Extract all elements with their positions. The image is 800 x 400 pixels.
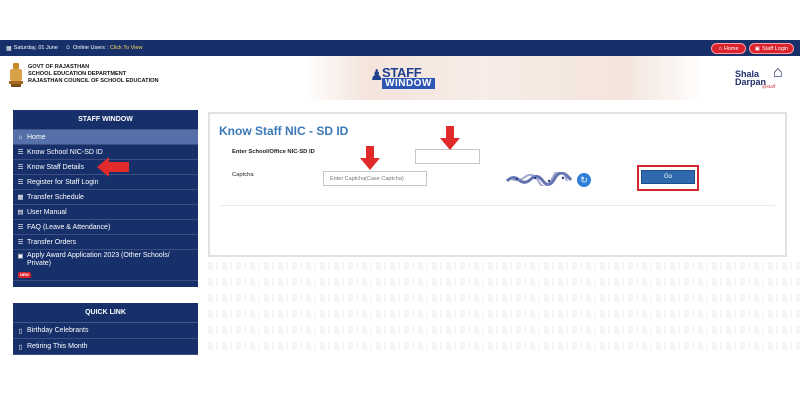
background-texture: [208, 262, 800, 358]
calendar-icon: ▦: [17, 194, 24, 201]
calendar-icon: ▦: [6, 45, 12, 52]
sidebar-item-award-application[interactable]: ▣ Apply Award Application 2023 (Other Sc…: [13, 250, 198, 281]
document-icon: ▯: [18, 327, 23, 335]
date-text: Saturday, 01 June: [13, 45, 58, 51]
sidebar-item-label: Home: [27, 133, 46, 141]
page: ▦ Saturday, 01 June ☺ Online Users : Cli…: [0, 0, 800, 400]
book-icon: ▤: [17, 209, 24, 216]
sidebar-item-transfer-orders[interactable]: ☰ Transfer Orders: [13, 235, 198, 250]
date-display: ▦ Saturday, 01 June: [6, 45, 58, 52]
department-name: GOVT OF RAJASTHAN SCHOOL EDUCATION DEPAR…: [28, 64, 159, 85]
texture-row: [208, 278, 800, 286]
dept-line3: RAJASTHAN COUNCIL OF SCHOOL EDUCATION: [28, 78, 159, 84]
quick-link-birthday[interactable]: ▯ Birthday Celebrants: [13, 323, 198, 339]
online-users-link[interactable]: Click To View: [110, 45, 143, 51]
staff-window-title: STAFF WINDOW: [13, 110, 198, 130]
staff-window-panel: STAFF WINDOW ⌂ Home ☰ Know School NIC-SD…: [13, 110, 198, 287]
sidebar-item-label: Register for Staff Login: [27, 178, 99, 186]
arrow-down-icon: [360, 146, 380, 170]
top-bar: ▦ Saturday, 01 June ☺ Online Users : Cli…: [0, 40, 800, 56]
captcha-input[interactable]: [323, 171, 427, 186]
sidebar-item-label: Know School NIC-SD ID: [27, 148, 103, 156]
list-icon: ☰: [17, 164, 24, 171]
captcha-label: Captcha: [232, 172, 254, 178]
nic-id-label: Enter School/Office NIC-SD ID: [232, 149, 315, 155]
arrow-left-icon: [97, 157, 129, 177]
captcha-image: [505, 172, 573, 186]
texture-row: [208, 310, 800, 318]
nic-id-input[interactable]: [415, 149, 480, 164]
refresh-captcha-icon[interactable]: ↻: [577, 173, 591, 187]
sidebar-item-register-staff-login[interactable]: ☰ Register for Staff Login: [13, 175, 198, 190]
sidebar-item-label: Transfer Orders: [27, 238, 77, 246]
sidebar-item-user-manual[interactable]: ▤ User Manual: [13, 205, 198, 220]
list-icon: ☰: [17, 149, 24, 156]
page-title: Know Staff NIC - SD ID: [219, 124, 349, 138]
quick-link-panel: QUICK LINK ▯ Birthday Celebrants ▯ Retir…: [13, 303, 198, 355]
texture-row: [208, 262, 800, 270]
divider: [220, 205, 775, 206]
sidebar-item-label: FAQ (Leave & Attendance): [27, 223, 111, 231]
texture-row: [208, 294, 800, 302]
staff-login-label: Staff Login: [762, 45, 789, 52]
sidebar-item-label: Transfer Schedule: [27, 193, 84, 201]
home-icon: ⌂: [18, 133, 23, 141]
texture-row: [208, 342, 800, 350]
home-icon: ⌂: [718, 45, 722, 52]
online-users: ☺ Online Users : Click To View: [65, 45, 143, 51]
quick-link-title: QUICK LINK: [13, 303, 198, 323]
list-icon: ☰: [17, 179, 24, 186]
list-icon: ☰: [17, 239, 24, 246]
quick-link-label: Birthday Celebrants: [27, 327, 89, 334]
house-icon: ⌂: [773, 64, 783, 81]
sidebar-item-label: Apply Award Application 2023 (Other Scho…: [27, 252, 170, 267]
sidebar-item-transfer-schedule[interactable]: ▦ Transfer Schedule: [13, 190, 198, 205]
sidebar-item-label: Know Staff Details: [27, 163, 85, 171]
dept-line2: SCHOOL EDUCATION DEPARTMENT: [28, 71, 127, 77]
list-icon: ☰: [17, 224, 24, 231]
sidebar-item-home[interactable]: ⌂ Home: [13, 130, 198, 145]
lock-icon: ▣: [754, 45, 760, 52]
card-icon: ▣: [17, 253, 24, 260]
home-button[interactable]: ⌂ Home: [711, 43, 746, 54]
texture-row: [208, 326, 800, 334]
sidebar-item-label: User Manual: [27, 208, 67, 216]
shala-tagline: @staff: [762, 84, 776, 89]
logo-window-text: WINDOW: [382, 78, 435, 89]
dept-line1: GOVT OF RAJASTHAN: [28, 64, 90, 70]
document-icon: ▯: [18, 343, 23, 351]
state-emblem-icon: [9, 63, 23, 87]
home-button-label: Home: [723, 45, 739, 52]
shala-darpan-logo[interactable]: Shala Darpan ⌂ @staff: [735, 64, 795, 92]
staff-login-button[interactable]: ▣ Staff Login: [749, 43, 794, 54]
quick-link-retiring[interactable]: ▯ Retiring This Month: [13, 339, 198, 355]
quick-link-label: Retiring This Month: [27, 343, 88, 350]
go-button[interactable]: Go: [641, 170, 695, 184]
staff-window-logo: ♟ STAFF WINDOW: [368, 64, 438, 90]
sidebar-item-faq[interactable]: ☰ FAQ (Leave & Attendance): [13, 220, 198, 235]
arrow-down-icon: [440, 126, 460, 150]
user-icon: ☺: [64, 45, 72, 51]
online-users-label: Online Users :: [73, 45, 108, 51]
new-badge: NEW: [18, 272, 31, 278]
